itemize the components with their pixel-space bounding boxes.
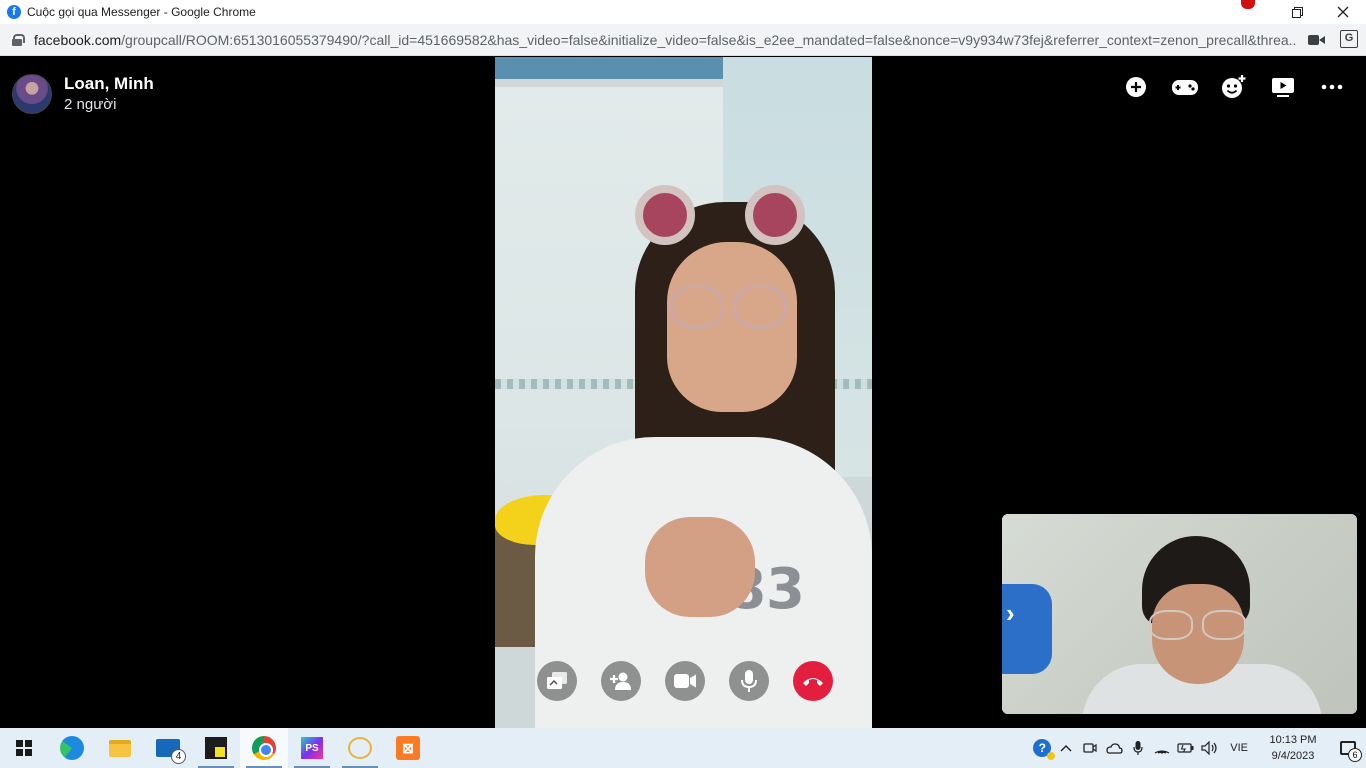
translate-icon[interactable]: G [1340, 30, 1358, 48]
game-button[interactable] [1171, 73, 1199, 101]
restore-icon [1291, 6, 1303, 18]
caller-info: Loan, Minh 2 người [12, 73, 154, 115]
close-icon [1337, 6, 1349, 18]
language-indicator[interactable]: VIE [1222, 742, 1256, 754]
lock-icon[interactable] [12, 33, 25, 46]
taskbar-chrome[interactable] [240, 728, 288, 768]
avatar[interactable] [12, 74, 52, 114]
caller-name: Loan, Minh [64, 74, 154, 93]
notification-badge: 6 [1348, 748, 1362, 762]
video-icon [674, 674, 696, 688]
clock[interactable]: 10:13 PM 9/4/2023 [1256, 732, 1330, 764]
windows-start-icon [16, 740, 32, 756]
remote-video: 83 [495, 57, 872, 728]
extension-badge-icon [1241, 0, 1255, 9]
onedrive-icon[interactable] [1102, 728, 1126, 768]
end-call-button[interactable] [793, 661, 833, 701]
top-actions [1122, 73, 1346, 101]
chevron-right-icon[interactable]: › [1006, 598, 1015, 629]
xampp-icon: ⊠ [396, 736, 420, 760]
phpstorm-icon: PS [301, 737, 323, 759]
battery-icon[interactable] [1174, 728, 1198, 768]
add-person-icon [610, 672, 631, 690]
taskbar-mail[interactable]: 4 [144, 728, 192, 768]
taskbar-edge[interactable] [48, 728, 96, 768]
wifi-icon[interactable] [1150, 728, 1174, 768]
file-explorer-icon [109, 739, 131, 757]
url-path: /groupcall/ROOM:6513016055379490/?call_i… [121, 31, 1296, 48]
window-title: Cuộc gọi qua Messenger - Google Chrome [27, 5, 256, 19]
notification-center-button[interactable]: 6 [1330, 728, 1366, 768]
video-button[interactable] [665, 661, 705, 701]
clock-time: 10:13 PM [1269, 734, 1317, 746]
effects-button[interactable] [1220, 73, 1248, 101]
add-person-button[interactable] [601, 661, 641, 701]
chrome-icon [252, 736, 276, 760]
call-view: 83 Loan, Minh 2 người › [0, 57, 1366, 728]
microphone-icon [741, 670, 757, 692]
taskbar-file-explorer[interactable] [96, 728, 144, 768]
cloud-app-icon [348, 737, 372, 759]
help-button[interactable]: ? [1030, 728, 1056, 768]
more-icon [1321, 84, 1343, 90]
microphone-button[interactable] [729, 661, 769, 701]
end-call-icon [803, 678, 823, 686]
edge-icon [60, 736, 84, 760]
start-button[interactable] [0, 728, 48, 768]
url-field[interactable]: facebook.com/groupcall/ROOM:651301605537… [34, 32, 1296, 48]
clock-date: 9/4/2023 [1271, 750, 1315, 762]
mail-badge: 4 [171, 749, 186, 764]
participant-count: 2 người [64, 96, 117, 113]
watch-together-button[interactable] [1269, 73, 1297, 101]
taskbar: 4 PS ⊠ ? VIE 10:13 PM 9/4/2023 6 [0, 728, 1366, 768]
url-host: facebook.com [34, 31, 122, 48]
game-icon [1172, 80, 1198, 95]
system-tray: ? VIE 10:13 PM 9/4/2023 6 [1030, 728, 1366, 768]
facebook-icon: f [7, 5, 21, 19]
more-button[interactable] [1318, 73, 1346, 101]
microphone-tray-icon[interactable] [1126, 728, 1150, 768]
taskbar-sticky-notes[interactable] [192, 728, 240, 768]
call-controls [537, 661, 833, 701]
close-button[interactable] [1320, 0, 1366, 24]
address-bar[interactable]: facebook.com/groupcall/ROOM:651301605537… [0, 24, 1366, 56]
help-icon: ? [1033, 739, 1056, 760]
taskbar-phpstorm[interactable]: PS [288, 728, 336, 768]
add-button[interactable] [1122, 73, 1150, 101]
add-icon [1126, 77, 1146, 97]
volume-icon[interactable] [1198, 728, 1222, 768]
share-screen-button[interactable] [537, 661, 577, 701]
restore-button[interactable] [1274, 0, 1320, 24]
title-bar: f Cuộc gọi qua Messenger - Google Chrome [0, 0, 1366, 24]
self-video[interactable]: › [1002, 514, 1357, 714]
camera-icon[interactable] [1308, 33, 1326, 47]
taskbar-cloud-app[interactable] [336, 728, 384, 768]
effects-icon [1222, 75, 1246, 98]
sticky-notes-icon [205, 737, 227, 759]
chevron-up-icon[interactable] [1054, 728, 1078, 768]
watch-together-icon [1272, 78, 1294, 97]
meet-now-icon[interactable] [1078, 728, 1102, 768]
share-screen-icon [547, 672, 567, 689]
taskbar-xampp[interactable]: ⊠ [384, 728, 432, 768]
